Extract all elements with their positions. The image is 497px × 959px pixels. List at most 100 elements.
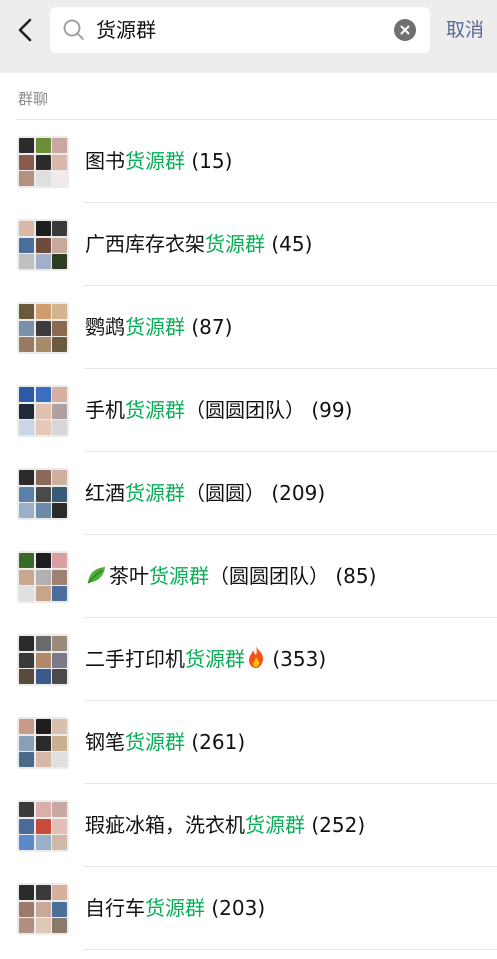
member-avatar-thumb [19, 652, 34, 668]
member-avatar-thumb [35, 470, 51, 485]
member-avatar-thumb [19, 486, 34, 502]
member-avatar-thumb [35, 669, 51, 684]
member-avatar-thumb [35, 171, 51, 186]
search-match-highlight: 货源群 [185, 647, 245, 671]
member-avatar-thumb [19, 171, 34, 186]
search-match-highlight: 货源群 [149, 564, 209, 588]
search-input[interactable] [96, 7, 396, 53]
group-chat-result[interactable]: 瑕疵冰箱，洗衣机货源群 (252) [0, 784, 497, 867]
group-avatar [17, 634, 69, 686]
member-count: (87) [185, 315, 233, 339]
member-avatar-thumb [35, 586, 51, 601]
group-avatar [17, 136, 69, 188]
member-avatar-thumb [19, 569, 34, 585]
group-name: 红酒货源群（圆圆） (209) [85, 452, 325, 535]
member-count: (15) [185, 149, 233, 173]
member-avatar-thumb [35, 802, 51, 817]
member-avatar-thumb [35, 885, 51, 900]
group-avatar [17, 551, 69, 603]
member-count: (353) [266, 647, 327, 671]
group-name: 手机货源群（圆圆团队） (99) [85, 369, 352, 452]
group-name: 瑕疵冰箱，洗衣机货源群 (252) [85, 784, 365, 867]
search-box[interactable] [50, 7, 430, 53]
member-avatar-thumb [35, 387, 51, 402]
member-avatar-thumb [19, 387, 34, 402]
member-avatar-thumb [35, 652, 51, 668]
group-chat-result[interactable]: 红酒货源群（圆圆） (209) [0, 452, 497, 535]
member-count: (209) [265, 481, 326, 505]
group-chat-result[interactable]: 广西库存衣架货源群 (45) [0, 203, 497, 286]
member-avatar-thumb [35, 553, 51, 568]
group-name: 图书货源群 (15) [85, 120, 232, 203]
group-chat-result[interactable]: 自行车货源群 (203) [0, 867, 497, 950]
group-chat-result[interactable]: 鹦鹉货源群 (87) [0, 286, 497, 369]
group-name: 鹦鹉货源群 (87) [85, 286, 232, 369]
member-count: (85) [329, 564, 377, 588]
member-avatar-thumb [19, 403, 34, 419]
member-count: (45) [265, 232, 313, 256]
group-chat-result[interactable]: 图书货源群 (15) [0, 120, 497, 203]
member-avatar-thumb [19, 802, 34, 817]
cancel-button[interactable]: 取消 [446, 12, 484, 48]
member-count: (252) [305, 813, 366, 837]
group-avatar [17, 800, 69, 852]
search-icon [63, 19, 84, 40]
group-chat-result[interactable]: 茶叶货源群（圆圆团队） (85) [0, 535, 497, 618]
search-match-highlight: 货源群 [125, 398, 185, 422]
member-avatar-thumb [52, 470, 67, 485]
member-avatar-thumb [52, 138, 67, 153]
group-name-prefix: 茶叶 [109, 564, 149, 588]
member-avatar-thumb [19, 835, 34, 850]
search-match-highlight: 货源群 [245, 813, 305, 837]
member-avatar-thumb [35, 420, 51, 435]
member-avatar-thumb [19, 586, 34, 601]
member-count: (203) [205, 896, 266, 920]
member-avatar-thumb [52, 901, 67, 917]
group-avatar [17, 717, 69, 769]
member-avatar-thumb [19, 553, 34, 568]
member-avatar-thumb [52, 387, 67, 402]
member-avatar-thumb [52, 503, 67, 518]
member-avatar-thumb [52, 304, 67, 319]
member-avatar-thumb [19, 735, 34, 751]
member-avatar-thumb [52, 652, 67, 668]
search-match-highlight: 货源群 [125, 481, 185, 505]
clear-search-button[interactable] [394, 19, 416, 41]
member-count: (99) [305, 398, 353, 422]
member-avatar-thumb [52, 569, 67, 585]
member-avatar-thumb [52, 636, 67, 651]
member-avatar-thumb [19, 885, 34, 900]
search-match-highlight: 货源群 [125, 730, 185, 754]
group-avatar [17, 302, 69, 354]
member-avatar-thumb [19, 636, 34, 651]
back-button[interactable] [10, 12, 42, 48]
member-avatar-thumb [52, 420, 67, 435]
member-avatar-thumb [19, 719, 34, 734]
member-avatar-thumb [19, 752, 34, 767]
member-avatar-thumb [52, 553, 67, 568]
member-avatar-thumb [52, 320, 67, 336]
member-avatar-thumb [52, 486, 67, 502]
member-avatar-thumb [52, 719, 67, 734]
member-avatar-thumb [35, 835, 51, 850]
member-avatar-thumb [52, 171, 67, 186]
group-avatar [17, 219, 69, 271]
member-avatar-thumb [19, 901, 34, 917]
member-avatar-thumb [35, 503, 51, 518]
group-name-suffix: （圆圆团队） [209, 564, 329, 588]
member-avatar-thumb [19, 918, 34, 933]
fire-icon [246, 621, 266, 704]
group-chat-result[interactable]: 钢笔货源群 (261) [0, 701, 497, 784]
member-avatar-thumb [35, 320, 51, 336]
group-name-prefix: 图书 [85, 149, 125, 173]
member-avatar-thumb [52, 254, 67, 269]
member-avatar-thumb [52, 885, 67, 900]
group-chat-result[interactable]: 手机货源群（圆圆团队） (99) [0, 369, 497, 452]
group-chat-result[interactable]: 二手打印机货源群 (353) [0, 618, 497, 701]
group-name-prefix: 二手打印机 [85, 647, 185, 671]
member-avatar-thumb [52, 669, 67, 684]
member-avatar-thumb [52, 752, 67, 767]
member-avatar-thumb [19, 669, 34, 684]
close-icon [400, 25, 410, 35]
member-avatar-thumb [19, 320, 34, 336]
